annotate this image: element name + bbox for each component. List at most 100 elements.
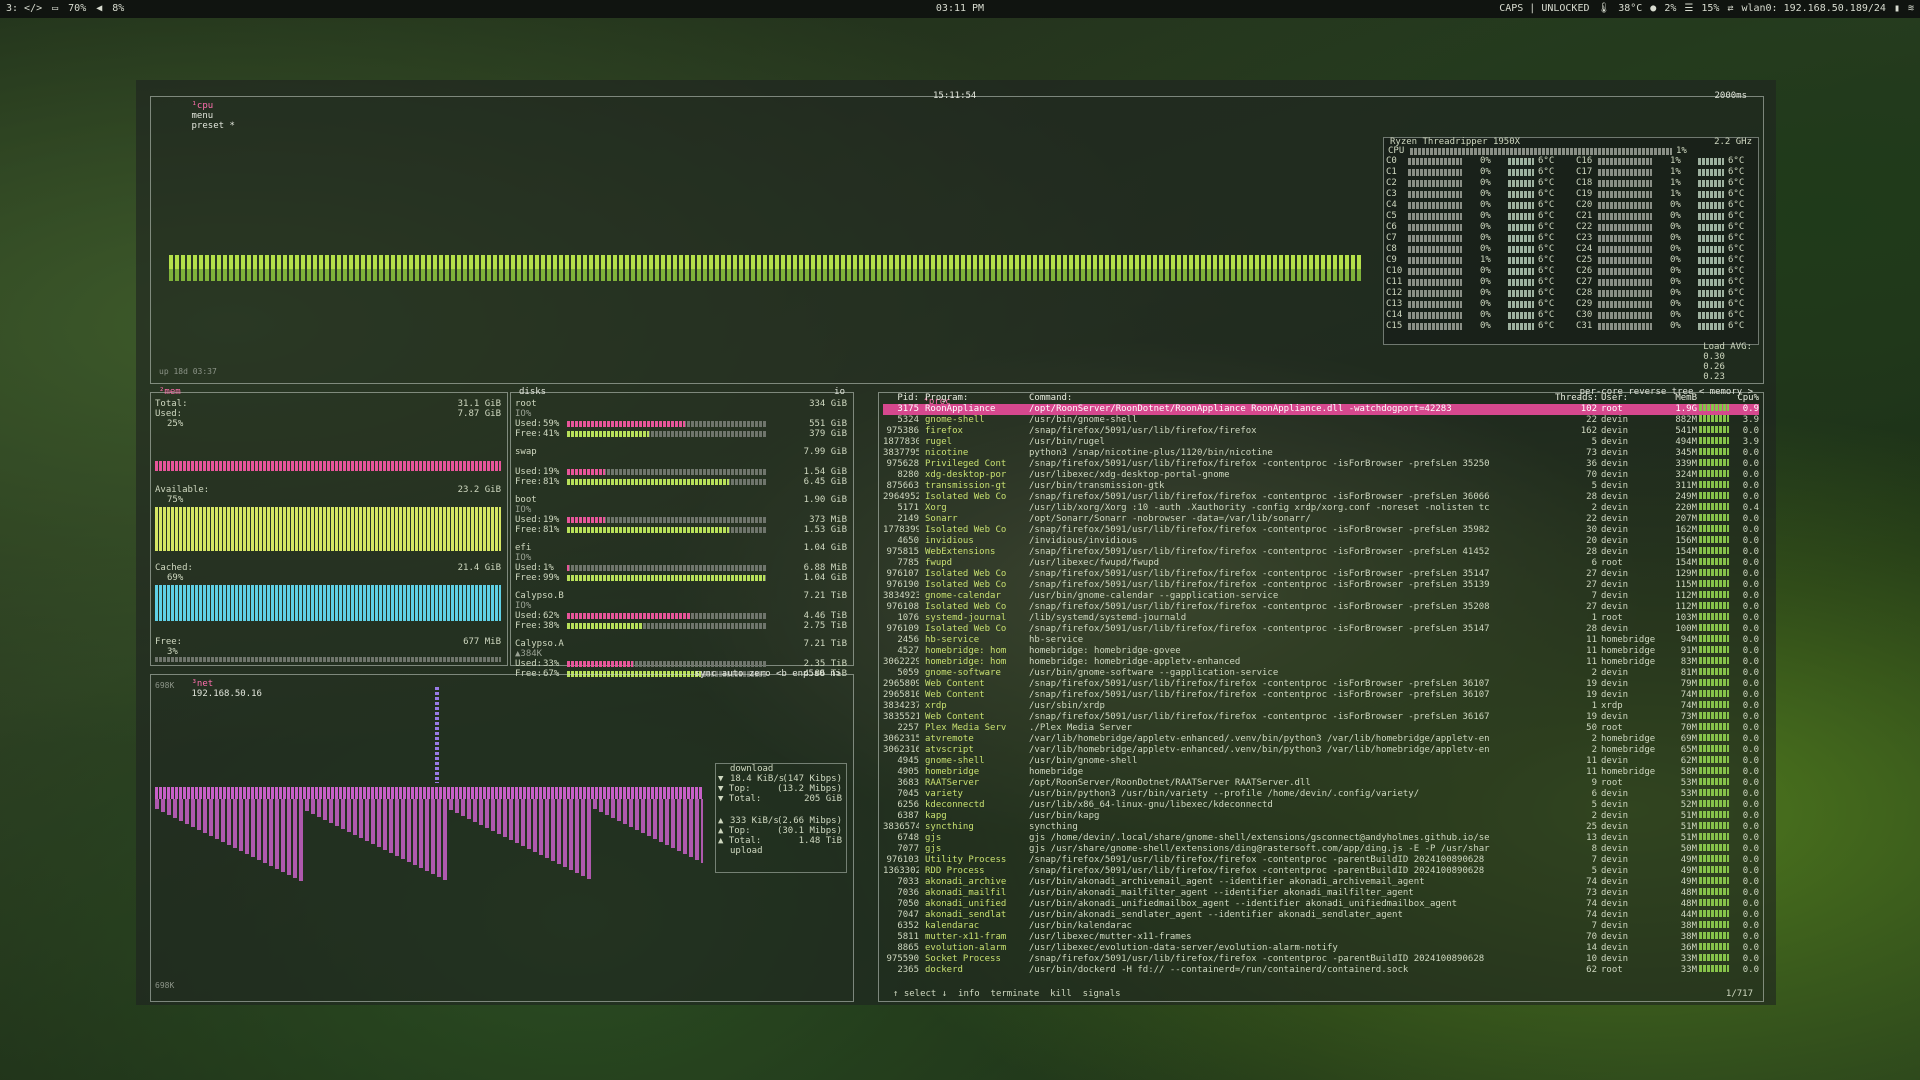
process-row[interactable]: 2365 dockerd/usr/bin/dockerd -H fd:// --c… <box>883 965 1759 976</box>
process-row[interactable]: 6352 kalendarac/usr/bin/kalendarac 7 devin 3… <box>883 921 1759 932</box>
upload-graph-bar <box>209 799 213 836</box>
core-pct: 1% <box>1480 255 1491 265</box>
disks-box-title[interactable]: disks <box>517 387 548 397</box>
net-controls[interactable]: sync auto zero <b enp5s0 n> <box>693 669 843 679</box>
process-row[interactable]: 3062316 atvscript/var/lib/homebridge/appl… <box>883 745 1759 756</box>
process-row[interactable]: 8280 xdg-desktop-por/usr/libexec/xdg-desk… <box>883 470 1759 481</box>
process-row[interactable]: 4905 homebridge homebridge 11 homebridge 58M 0… <box>883 767 1759 778</box>
proc-command: /opt/Sonarr/Sonarr -nobrowser -data=/var… <box>1029 514 1311 524</box>
net-box-title[interactable]: ³net <box>192 679 214 689</box>
cpu-preset-button[interactable]: preset * <box>192 121 235 131</box>
update-interval[interactable]: 2000ms <box>1712 91 1749 101</box>
proc-program: xdg-desktop-por <box>925 470 1007 480</box>
process-row[interactable]: 7045 variety/usr/bin/python3 /usr/bin/var… <box>883 789 1759 800</box>
process-row[interactable]: 2257 Plex Media Serv ./Plex Media Server 50… <box>883 723 1759 734</box>
process-row[interactable]: 976107 Isolated Web Co/snap/firefox/5091/… <box>883 569 1759 580</box>
process-row[interactable]: 7036 akonadi_mailfil/usr/bin/akonadi_mail… <box>883 888 1759 899</box>
process-row[interactable]: 2965809 Web Content/snap/firefox/5091/usr… <box>883 679 1759 690</box>
process-row[interactable]: 6256 kdeconnectd/usr/lib/x86_64-linux-gnu… <box>883 800 1759 811</box>
proc-memb: 103M <box>1675 613 1697 623</box>
proc-pid: 875663 <box>886 481 919 491</box>
core-temp: 6°C <box>1728 167 1745 177</box>
proc-command: /usr/lib/x86_64-linux-gnu/libexec/kdecon… <box>1029 800 1273 810</box>
process-row[interactable]: 2964952 Isolated Web Co/snap/firefox/5091… <box>883 492 1759 503</box>
upload-graph-bar <box>689 799 693 857</box>
col-user[interactable]: User: <box>1601 393 1661 403</box>
col-memb[interactable]: MemB <box>1663 393 1697 403</box>
proc-memb: 154M <box>1675 547 1697 557</box>
process-row[interactable]: 975386 firefox/snap/firefox/5091/usr/lib/… <box>883 426 1759 437</box>
process-row[interactable]: 3062315 atvremote/var/lib/homebridge/appl… <box>883 734 1759 745</box>
download-label: download <box>730 764 774 774</box>
process-row[interactable]: 1877830 rugel/usr/bin/rugel 5 devin 494M 3.9 <box>883 437 1759 448</box>
process-row[interactable]: 3836574 syncthing syncthing 25 devin 51M 0.0 <box>883 822 1759 833</box>
disks-io-toggle[interactable]: io <box>832 387 847 397</box>
process-row[interactable]: 5171 Xorg/usr/lib/xorg/Xorg :10 -auth .Xa… <box>883 503 1759 514</box>
process-row[interactable]: 2149 Sonarr/opt/Sonarr/Sonarr -nobrowser … <box>883 514 1759 525</box>
process-row[interactable]: 3834923 gnome-calendar/usr/bin/gnome-cale… <box>883 591 1759 602</box>
process-row[interactable]: 6387 kapg/usr/bin/kapg 2 devin 51M 0.0 <box>883 811 1759 822</box>
process-row[interactable]: 5811 mutter-x11-fram/usr/libexec/mutter-x… <box>883 932 1759 943</box>
process-row[interactable]: 1076 systemd-journal/lib/systemd/systemd-… <box>883 613 1759 624</box>
col-command[interactable]: Command: <box>1029 393 1549 403</box>
process-row[interactable]: 975628 Privileged Cont/snap/firefox/5091/… <box>883 459 1759 470</box>
proc-pid: 7785 <box>897 558 919 568</box>
process-row[interactable]: 976109 Isolated Web Co/snap/firefox/5091/… <box>883 624 1759 635</box>
process-row[interactable]: 7077 gjs gjs /usr/share/gnome-shell/extens… <box>883 844 1759 855</box>
proc-memb: 541M <box>1675 426 1697 436</box>
upload-graph-bar <box>569 799 573 870</box>
process-row[interactable]: 1778399 Isolated Web Co/snap/firefox/5091… <box>883 525 1759 536</box>
process-row[interactable]: 3175 RoonAppliance/opt/RoonServer/RoonDot… <box>883 404 1759 415</box>
process-row[interactable]: 976103 Utility Process/snap/firefox/5091/… <box>883 855 1759 866</box>
process-row[interactable]: 5324 gnome-shell/usr/bin/gnome-shell 22 dev… <box>883 415 1759 426</box>
proc-mem-meter <box>1699 613 1729 620</box>
cpu-menu-button[interactable]: menu <box>192 111 214 121</box>
proc-memb: 112M <box>1675 602 1697 612</box>
process-row[interactable]: 3837795 nicotine python3 /snap/nicotine-pl… <box>883 448 1759 459</box>
btop-terminal-window[interactable]: ¹cpu menu preset * 15:11:54 2000ms up 18… <box>136 80 1776 1005</box>
process-row[interactable]: 976108 Isolated Web Co/snap/firefox/5091/… <box>883 602 1759 613</box>
mem-box-title[interactable]: ²mem <box>159 387 181 397</box>
process-row[interactable]: 1363302 RDD Process/snap/firefox/5091/usr… <box>883 866 1759 877</box>
process-row[interactable]: 2456 hb-service hb-service 11 homebridge 94M 0… <box>883 635 1759 646</box>
proc-threads: 70 <box>1586 470 1597 480</box>
process-row[interactable]: 975815 WebExtensions/snap/firefox/5091/us… <box>883 547 1759 558</box>
col-pid[interactable]: Pid: <box>883 393 919 403</box>
process-row[interactable]: 3835521 Web Content/snap/firefox/5091/usr… <box>883 712 1759 723</box>
process-row[interactable]: 7050 akonadi_unified/usr/bin/akonadi_unif… <box>883 899 1759 910</box>
cpu-box-title[interactable]: ¹cpu <box>192 101 214 111</box>
process-row[interactable]: 7033 akonadi_archive/usr/bin/akonadi_arch… <box>883 877 1759 888</box>
process-row[interactable]: 5059 gnome-software/usr/bin/gnome-softwar… <box>883 668 1759 679</box>
col-threads[interactable]: Threads: <box>1555 393 1597 403</box>
process-row[interactable]: 3834237 xrdp/usr/sbin/xrdp 1 xrdp 74M 0.0 <box>883 701 1759 712</box>
process-row[interactable]: 7785 fwupd/usr/libexec/fwupd/fwupd 6 root 15… <box>883 558 1759 569</box>
process-row[interactable]: 4945 gnome-shell/usr/bin/gnome-shell 11 dev… <box>883 756 1759 767</box>
process-row[interactable]: 875663 transmission-gt/usr/bin/transmissi… <box>883 481 1759 492</box>
process-row[interactable]: 7047 akonadi_sendlat/usr/bin/akonadi_send… <box>883 910 1759 921</box>
core-temp-meter <box>1698 301 1724 308</box>
process-row[interactable]: 4650 invidious/invidious/invidious 20 devin… <box>883 536 1759 547</box>
proc-command: homebridge <box>1029 767 1084 777</box>
proc-pid: 4905 <box>897 767 919 777</box>
process-row[interactable]: 8865 evolution-alarm/usr/libexec/evolutio… <box>883 943 1759 954</box>
process-row[interactable]: 4527 homebridge: hom homebridge: homebridg… <box>883 646 1759 657</box>
upload-graph-bar <box>383 799 387 850</box>
core-temp: 6°C <box>1538 244 1555 254</box>
process-row[interactable]: 6748 gjs gjs /home/devin/.local/share/gnom… <box>883 833 1759 844</box>
proc-program: atvscript <box>925 745 974 755</box>
core-pct: 0% <box>1480 178 1491 188</box>
col-program[interactable]: Program: <box>925 393 1025 403</box>
process-row[interactable]: 975590 Socket Process/snap/firefox/5091/u… <box>883 954 1759 965</box>
col-cpu[interactable]: Cpu% <box>1731 393 1759 403</box>
proc-mem-meter <box>1699 624 1729 631</box>
process-row[interactable]: 3062229 homebridge: hom homebridge: homebr… <box>883 657 1759 668</box>
proc-footer-actions[interactable]: ↑ select ↓ info terminate kill signals <box>893 989 1121 999</box>
upload-graph-bar <box>623 799 627 824</box>
process-row[interactable]: 976190 Isolated Web Co/snap/firefox/5091/… <box>883 580 1759 591</box>
proc-mem-meter <box>1699 415 1729 422</box>
proc-mem-meter <box>1699 778 1729 785</box>
process-row[interactable]: 3683 RAATServer/opt/RoonServer/RoonDotnet… <box>883 778 1759 789</box>
proc-command: /usr/bin/gnome-software --gapplication-s… <box>1029 668 1279 678</box>
wifi-icon[interactable]: ≋ <box>1908 3 1914 14</box>
process-row[interactable]: 2965810 Web Content/snap/firefox/5091/usr… <box>883 690 1759 701</box>
